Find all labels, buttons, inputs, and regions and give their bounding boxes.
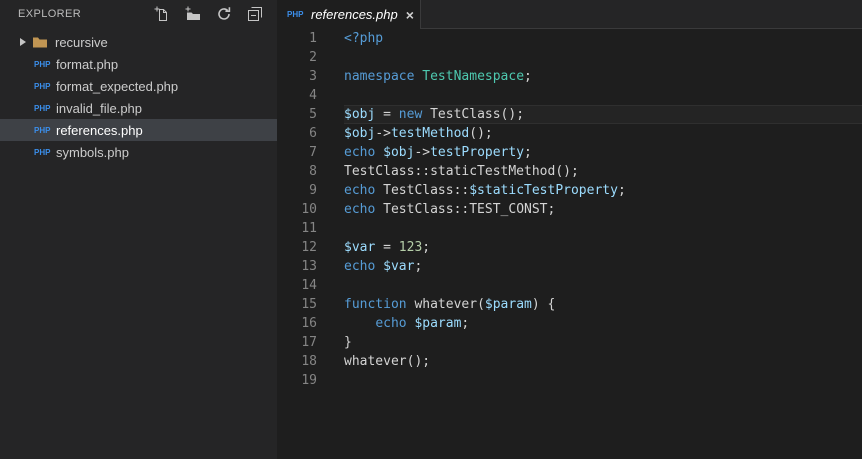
code-line: 8 TestClass::staticTestMethod();	[277, 162, 862, 181]
explorer-header: EXPLORER	[0, 0, 277, 28]
line-number: 1	[309, 31, 317, 46]
new-folder-icon	[185, 6, 201, 22]
line-number: 16	[301, 316, 317, 331]
tree-item-label: format.php	[56, 56, 119, 72]
php-file-icon: PHP	[287, 10, 304, 19]
code-line: 17}	[277, 333, 862, 352]
line-number: 4	[309, 88, 317, 103]
refresh-icon	[216, 6, 232, 22]
code-line-text-19[interactable]	[344, 371, 862, 390]
tab-close-icon[interactable]: ×	[406, 8, 414, 22]
code-line: 7 echo $obj->testProperty;	[277, 143, 862, 162]
tree-item-label: format_expected.php	[56, 78, 179, 94]
tab-bar: PHP references.php ×	[277, 0, 862, 29]
code-line: 11	[277, 219, 862, 238]
code-line-text-17[interactable]: }	[344, 333, 862, 352]
tree-item-label: symbols.php	[56, 144, 129, 160]
code-editor[interactable]: 1 <?php 2 3 namespace TestNamespace; 4 5 $obj =…	[277, 29, 862, 459]
line-number: 6	[309, 126, 317, 141]
collapse-all-icon	[247, 6, 263, 22]
explorer-sidebar: EXPLORER recursive PHP format.php PHP fo…	[0, 0, 277, 459]
code-line: 13 echo $var;	[277, 257, 862, 276]
code-line-text-18[interactable]: whatever();	[344, 352, 862, 371]
php-file-icon: PHP	[34, 147, 51, 157]
code-line-text-10[interactable]: echo TestClass::TEST_CONST;	[344, 200, 862, 219]
code-line: 6 $obj->testMethod();	[277, 124, 862, 143]
code-line-text-3[interactable]: namespace TestNamespace;	[344, 67, 862, 86]
new-file-button[interactable]	[154, 6, 170, 22]
line-number: 18	[301, 354, 317, 369]
folder-icon	[32, 34, 48, 50]
code-line: 1 <?php	[277, 29, 862, 48]
line-number: 13	[301, 259, 317, 274]
line-number: 19	[301, 373, 317, 388]
line-number: 3	[309, 69, 317, 84]
line-number: 15	[301, 297, 317, 312]
php-file-icon: PHP	[34, 81, 51, 91]
line-number: 10	[301, 202, 317, 217]
code-line-text-8[interactable]: TestClass::staticTestMethod();	[344, 162, 862, 181]
code-line: 16 echo $param;	[277, 314, 862, 333]
code-line-text-13[interactable]: echo $var;	[344, 257, 862, 276]
line-number: 8	[309, 164, 317, 179]
tree-item-recursive[interactable]: recursive	[0, 31, 277, 53]
code-line-text-7[interactable]: echo $obj->testProperty;	[344, 143, 862, 162]
tree-item-symbols-php[interactable]: PHP symbols.php	[0, 141, 277, 163]
file-tree: recursive PHP format.php PHP format_expected…	[0, 31, 277, 163]
tab-title: references.php	[311, 7, 398, 22]
tree-item-format-php[interactable]: PHP format.php	[0, 53, 277, 75]
code-line: 10 echo TestClass::TEST_CONST;	[277, 200, 862, 219]
chevron-right-icon[interactable]	[20, 38, 26, 46]
line-number: 14	[301, 278, 317, 293]
line-number: 2	[309, 50, 317, 65]
editor-group: PHP references.php × 1 <?php 2 3 namespace T…	[277, 0, 862, 459]
line-number: 17	[301, 335, 317, 350]
code-line: 2	[277, 48, 862, 67]
tree-item-label: invalid_file.php	[56, 100, 143, 116]
tab-bar-empty-space	[420, 0, 862, 29]
code-line: 12 $var = 123;	[277, 238, 862, 257]
line-number: 12	[301, 240, 317, 255]
php-file-icon: PHP	[34, 103, 51, 113]
line-number: 11	[301, 221, 317, 236]
code-line-text-6[interactable]: $obj->testMethod();	[344, 124, 862, 143]
line-number: 7	[309, 145, 317, 160]
tree-item-label: references.php	[56, 122, 143, 138]
code-line: 4	[277, 86, 862, 105]
line-number: 9	[309, 183, 317, 198]
code-line-text-11[interactable]	[344, 219, 862, 238]
explorer-toolbar	[154, 6, 263, 22]
code-line-text-1[interactable]: <?php	[344, 29, 862, 48]
php-file-icon: PHP	[34, 59, 51, 69]
code-line-text-14[interactable]	[344, 276, 862, 295]
code-line-text-4[interactable]	[344, 86, 862, 105]
new-folder-button[interactable]	[185, 6, 201, 22]
code-line: 5 $obj = new TestClass();	[277, 105, 862, 124]
tree-item-label: recursive	[55, 34, 108, 50]
code-line-text-15[interactable]: function whatever($param) {	[344, 295, 862, 314]
tree-item-references-php[interactable]: PHP references.php	[0, 119, 277, 141]
code-line: 19	[277, 371, 862, 390]
code-line: 3 namespace TestNamespace;	[277, 67, 862, 86]
collapse-all-button[interactable]	[247, 6, 263, 22]
code-line: 14	[277, 276, 862, 295]
code-line: 15 function whatever($param) {	[277, 295, 862, 314]
code-line-text-2[interactable]	[344, 48, 862, 67]
vscode-window: EXPLORER recursive PHP format.php PHP fo…	[0, 0, 862, 459]
code-line-text-5[interactable]: $obj = new TestClass();	[344, 105, 862, 124]
php-file-icon: PHP	[34, 125, 51, 135]
tab-references-php[interactable]: PHP references.php ×	[277, 0, 420, 29]
tree-item-invalid-file-php[interactable]: PHP invalid_file.php	[0, 97, 277, 119]
tree-item-format-expected-php[interactable]: PHP format_expected.php	[0, 75, 277, 97]
code-line: 18 whatever();	[277, 352, 862, 371]
code-line: 9 echo TestClass::$staticTestProperty;	[277, 181, 862, 200]
refresh-button[interactable]	[216, 6, 232, 22]
new-file-icon	[154, 6, 170, 22]
code-line-text-9[interactable]: echo TestClass::$staticTestProperty;	[344, 181, 862, 200]
code-line-text-16[interactable]: echo $param;	[344, 314, 862, 333]
line-number: 5	[309, 107, 317, 122]
code-line-text-12[interactable]: $var = 123;	[344, 238, 862, 257]
explorer-title: EXPLORER	[18, 8, 82, 20]
